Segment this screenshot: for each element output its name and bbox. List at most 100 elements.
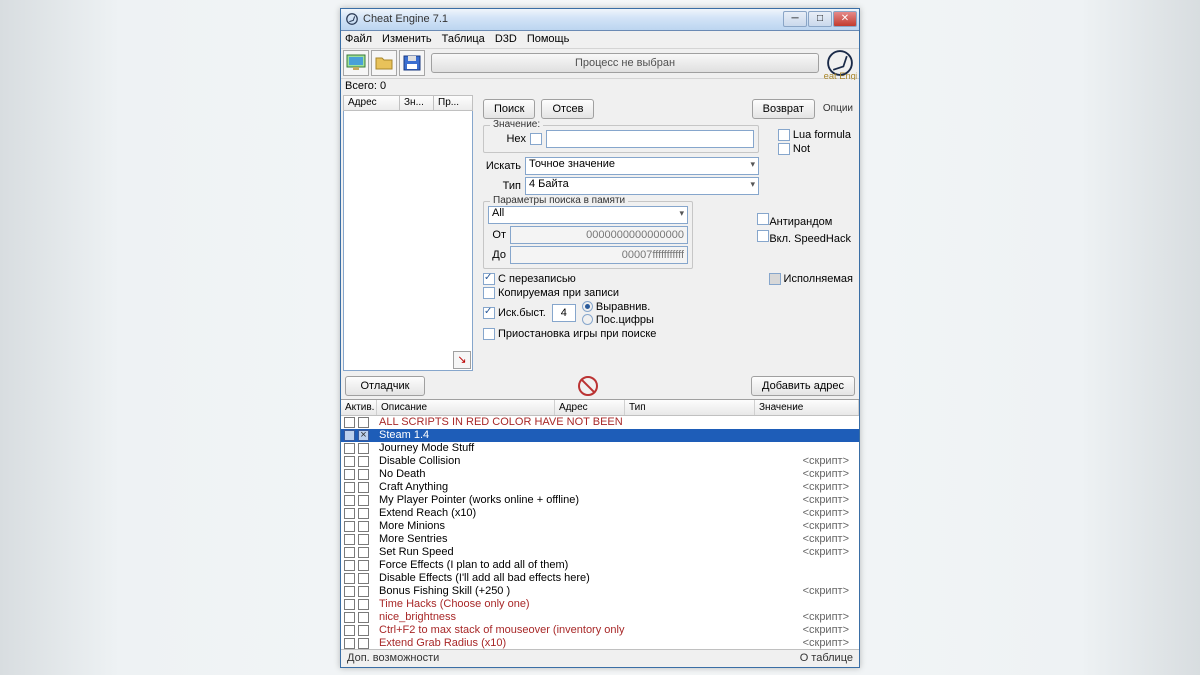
table-row[interactable]: Craft Anything<скрипт> — [341, 481, 859, 494]
menu-help[interactable]: Помощь — [527, 33, 570, 45]
active-checkbox[interactable] — [358, 508, 369, 519]
open-file-button[interactable] — [371, 50, 397, 76]
active-checkbox[interactable] — [344, 534, 355, 545]
menu-file[interactable]: Файл — [345, 33, 372, 45]
menu-d3d[interactable]: D3D — [495, 33, 517, 45]
table-row[interactable]: My Player Pointer (works online + offlin… — [341, 494, 859, 507]
menu-edit[interactable]: Изменить — [382, 33, 432, 45]
first-scan-button[interactable]: Поиск — [483, 99, 535, 119]
from-input[interactable] — [510, 226, 688, 244]
add-address-button[interactable]: Добавить адрес — [751, 376, 855, 396]
active-checkbox[interactable] — [344, 547, 355, 558]
active-checkbox[interactable] — [344, 573, 355, 584]
table-row[interactable]: Extend Reach (x10)<скрипт> — [341, 507, 859, 520]
active-checkbox[interactable] — [344, 430, 355, 441]
col-address[interactable]: Адрес — [344, 96, 400, 110]
found-list[interactable] — [343, 111, 473, 371]
speedhack-checkbox[interactable] — [757, 230, 769, 242]
maximize-button[interactable]: □ — [808, 11, 832, 27]
antirandom-checkbox[interactable] — [757, 213, 769, 225]
active-checkbox[interactable] — [344, 508, 355, 519]
to-input[interactable] — [510, 246, 688, 264]
value-type-select[interactable]: 4 Байта — [525, 177, 759, 195]
table-row[interactable]: ALL SCRIPTS IN RED COLOR HAVE NOT BEEN U… — [341, 416, 859, 429]
mem-region-select[interactable]: All — [488, 206, 688, 224]
save-button[interactable] — [399, 50, 425, 76]
active-checkbox[interactable] — [344, 638, 355, 649]
fastscan-value[interactable] — [552, 304, 576, 322]
options-label[interactable]: Опции — [823, 103, 853, 114]
scan-type-select[interactable]: Точное значение — [525, 157, 759, 175]
active-checkbox[interactable] — [358, 560, 369, 571]
table-row[interactable]: Steam 1.4 — [341, 429, 859, 442]
th-addr[interactable]: Адрес — [555, 400, 625, 415]
writable-checkbox[interactable] — [483, 273, 495, 285]
active-checkbox[interactable] — [358, 612, 369, 623]
table-row[interactable]: nice_brightness<скрипт> — [341, 611, 859, 624]
table-row[interactable]: Disable Collision<скрипт> — [341, 455, 859, 468]
titlebar[interactable]: Cheat Engine 7.1 ─ □ ✕ — [341, 9, 859, 31]
active-checkbox[interactable] — [358, 547, 369, 558]
executable-checkbox[interactable] — [769, 273, 781, 285]
active-checkbox[interactable] — [344, 443, 355, 454]
table-row[interactable]: Force Effects (I plan to add all of them… — [341, 559, 859, 572]
debugger-button[interactable]: Отладчик — [345, 376, 425, 396]
active-checkbox[interactable] — [358, 599, 369, 610]
active-checkbox[interactable] — [358, 638, 369, 649]
table-row[interactable]: No Death<скрипт> — [341, 468, 859, 481]
align-radio[interactable] — [582, 301, 593, 312]
th-active[interactable]: Актив. — [341, 400, 377, 415]
th-value[interactable]: Значение — [755, 400, 859, 415]
add-to-table-button[interactable]: ↘ — [453, 351, 471, 369]
active-checkbox[interactable] — [358, 469, 369, 480]
active-checkbox[interactable] — [344, 612, 355, 623]
active-checkbox[interactable] — [344, 521, 355, 532]
active-checkbox[interactable] — [344, 482, 355, 493]
cow-checkbox[interactable] — [483, 287, 495, 299]
active-checkbox[interactable] — [344, 417, 355, 428]
table-row[interactable]: Journey Mode Stuff — [341, 442, 859, 455]
table-row[interactable]: Time Hacks (Choose only one) — [341, 598, 859, 611]
table-row[interactable]: Extend Grab Radius (x10)<скрипт> — [341, 637, 859, 649]
active-checkbox[interactable] — [344, 560, 355, 571]
active-checkbox[interactable] — [344, 599, 355, 610]
active-checkbox[interactable] — [344, 495, 355, 506]
table-row[interactable]: More Sentries<скрипт> — [341, 533, 859, 546]
active-checkbox[interactable] — [358, 430, 369, 441]
open-process-button[interactable] — [343, 50, 369, 76]
active-checkbox[interactable] — [358, 586, 369, 597]
close-button[interactable]: ✕ — [833, 11, 857, 27]
not-checkbox[interactable] — [778, 143, 790, 155]
hex-checkbox[interactable] — [530, 133, 542, 145]
pause-checkbox[interactable] — [483, 328, 495, 340]
lua-checkbox[interactable] — [778, 129, 790, 141]
th-desc[interactable]: Описание — [377, 400, 555, 415]
undo-scan-button[interactable]: Возврат — [752, 99, 815, 119]
active-checkbox[interactable] — [358, 456, 369, 467]
status-left[interactable]: Доп. возможности — [347, 652, 439, 664]
col-prev[interactable]: Пр... — [434, 96, 468, 110]
active-checkbox[interactable] — [344, 456, 355, 467]
col-value[interactable]: Зн... — [400, 96, 434, 110]
active-checkbox[interactable] — [358, 573, 369, 584]
active-checkbox[interactable] — [344, 469, 355, 480]
th-type[interactable]: Тип — [625, 400, 755, 415]
value-input[interactable] — [546, 130, 754, 148]
table-row[interactable]: Set Run Speed<скрипт> — [341, 546, 859, 559]
lastdigits-radio[interactable] — [582, 314, 593, 325]
table-row[interactable]: Bonus Fishing Skill (+250 )<скрипт> — [341, 585, 859, 598]
active-checkbox[interactable] — [358, 625, 369, 636]
fastscan-checkbox[interactable] — [483, 307, 495, 319]
active-checkbox[interactable] — [358, 495, 369, 506]
active-checkbox[interactable] — [358, 534, 369, 545]
active-checkbox[interactable] — [344, 586, 355, 597]
table-row[interactable]: More Minions<скрипт> — [341, 520, 859, 533]
menu-table[interactable]: Таблица — [442, 33, 485, 45]
active-checkbox[interactable] — [358, 482, 369, 493]
active-checkbox[interactable] — [358, 417, 369, 428]
active-checkbox[interactable] — [358, 443, 369, 454]
process-bar[interactable]: Процесс не выбран — [431, 53, 819, 73]
active-checkbox[interactable] — [358, 521, 369, 532]
table-row[interactable]: Ctrl+F2 to max stack of mouseover (inven… — [341, 624, 859, 637]
status-right[interactable]: О таблице — [800, 652, 853, 664]
